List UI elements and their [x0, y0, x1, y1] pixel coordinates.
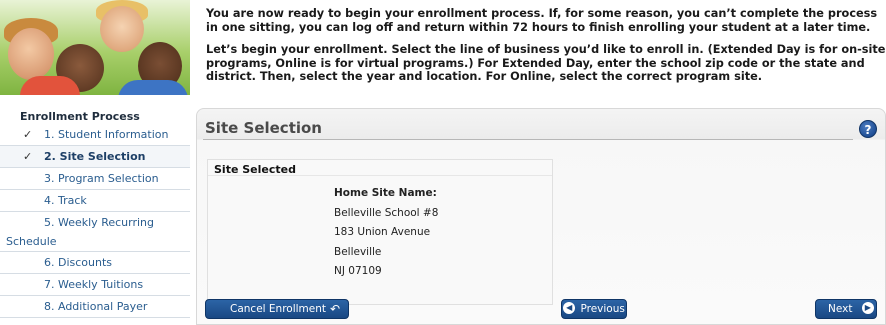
sidebar-item-weekly-recurring-schedule[interactable]: 5. Weekly Recurring Schedule [0, 212, 190, 252]
sidebar-item-track[interactable]: 4. Track [0, 190, 190, 212]
sidebar-item-site-selection[interactable]: ✓ 2. Site Selection [0, 146, 190, 168]
sidebar-item-label: 3. Program Selection [44, 172, 159, 185]
previous-label: Previous [580, 303, 625, 315]
sidebar-item-label: 4. Track [44, 194, 87, 207]
site-info: Home Site Name: Belleville School #8 183… [334, 184, 438, 282]
sidebar-item-additional-payer[interactable]: 8. Additional Payer [0, 296, 190, 318]
sidebar-item-label: 7. Weekly Tuitions [44, 278, 144, 291]
sidebar-item-student-information[interactable]: ✓ 1. Student Information [0, 124, 190, 146]
sidebar-steps: ✓ 1. Student Information ✓ 2. Site Selec… [0, 124, 190, 318]
cancel-enrollment-button[interactable]: Cancel Enrollment ↶ [205, 299, 349, 319]
site-state-zip: NJ 07109 [334, 265, 382, 277]
checkmark-icon: ✓ [23, 150, 33, 163]
sidebar-item-label: 8. Additional Payer [44, 300, 148, 313]
box-divider [208, 175, 552, 176]
sidebar-item-label: 6. Discounts [44, 256, 113, 269]
enrollment-process-sidebar: Enrollment Process ✓ 1. Student Informat… [0, 108, 190, 318]
site-selected-box: Site Selected Home Site Name: Belleville… [207, 159, 553, 305]
intro-paragraph-1: You are now ready to begin your enrollme… [206, 7, 878, 34]
checkmark-icon: ✓ [23, 128, 33, 141]
sidebar-item-label-line2: Schedule [6, 235, 57, 248]
cancel-enrollment-label: Cancel Enrollment [230, 303, 327, 315]
next-label: Next [828, 303, 853, 315]
title-divider [203, 139, 853, 140]
child-face [8, 28, 54, 80]
header-photo [0, 0, 190, 95]
site-street: 183 Union Avenue [334, 226, 431, 238]
sidebar-item-program-selection[interactable]: 3. Program Selection [0, 168, 190, 190]
arrow-left-icon: ◀ [563, 302, 576, 314]
child-shirt [118, 80, 188, 95]
intro-paragraph-2: Let’s begin your enrollment. Select the … [206, 43, 886, 83]
undo-icon: ↶ [329, 302, 340, 316]
sidebar-title: Enrollment Process [20, 110, 140, 123]
sidebar-item-label-line1: 5. Weekly Recurring [44, 216, 154, 229]
site-city: Belleville [334, 245, 382, 258]
previous-button[interactable]: ◀ Previous [561, 299, 627, 319]
sidebar-item-discounts[interactable]: 6. Discounts [0, 252, 190, 274]
home-site-name-label: Home Site Name: [334, 187, 437, 199]
sidebar-item-label: 5. Weekly Recurring Schedule [0, 212, 190, 251]
panel-title: Site Selection [205, 119, 322, 137]
site-selection-panel: Site Selection ? Site Selected Home Site… [196, 108, 886, 325]
arrow-right-icon: ▶ [861, 302, 874, 314]
help-icon[interactable]: ? [859, 120, 877, 138]
child-face [100, 6, 144, 52]
next-button[interactable]: Next ▶ [815, 299, 877, 319]
child-shirt [20, 76, 80, 95]
site-name: Belleville School #8 [334, 206, 439, 219]
intro-text: You are now ready to begin your enrollme… [206, 7, 886, 93]
sidebar-item-weekly-tuitions[interactable]: 7. Weekly Tuitions [0, 274, 190, 296]
